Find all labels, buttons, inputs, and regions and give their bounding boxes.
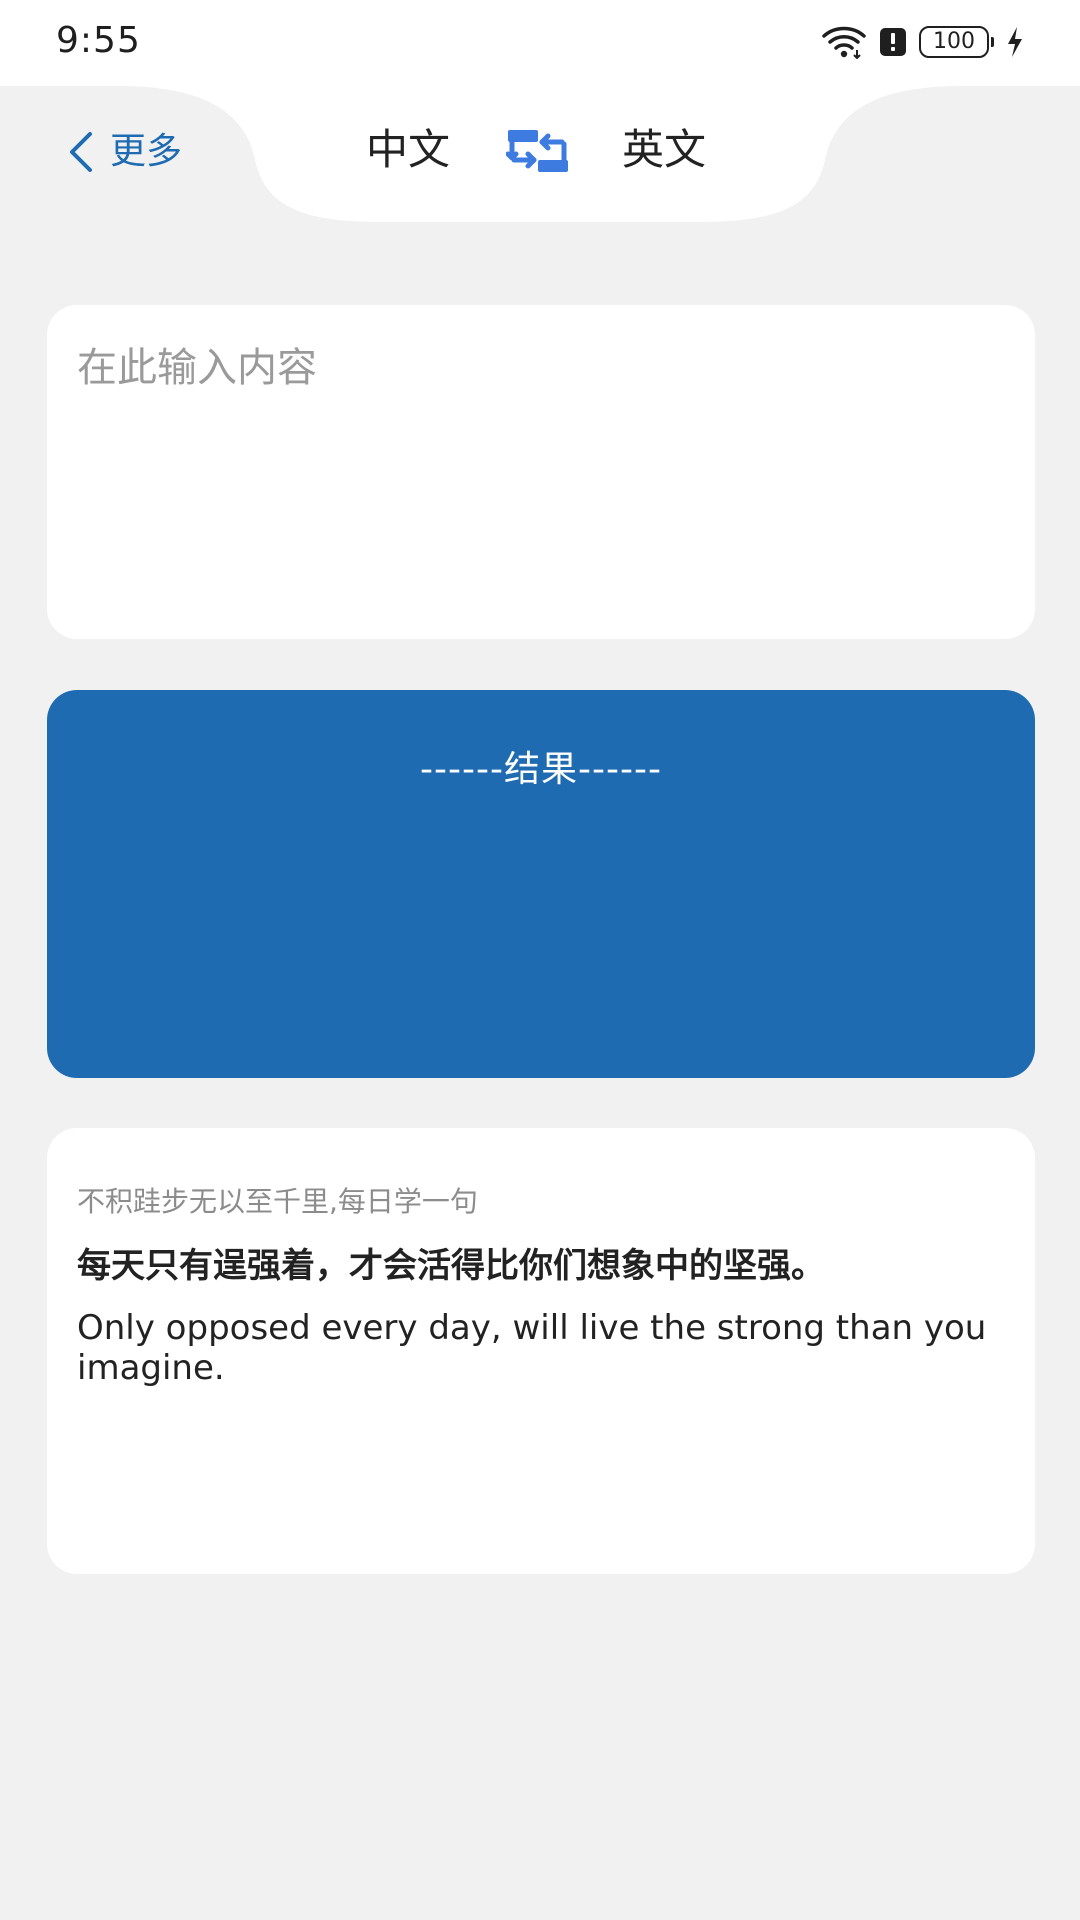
swap-language-icon	[505, 130, 568, 172]
daily-caption: 不积跬步无以至千里,每日学一句	[77, 1185, 478, 1218]
swap-language-button[interactable]	[505, 128, 570, 174]
result-label: ------结果------	[420, 749, 662, 790]
status-bar: 9:55 100	[0, 0, 1080, 86]
daily-sentence-english: Only opposed every day, will live the st…	[77, 1308, 987, 1388]
target-language[interactable]: 英文	[622, 118, 706, 182]
source-language[interactable]: 中文	[366, 118, 450, 182]
status-icons: 100	[821, 22, 1024, 62]
alert-icon	[880, 28, 906, 56]
battery-cap	[991, 37, 994, 47]
daily-sentence-chinese: 每天只有逞强着，才会活得比你们想象中的坚强。	[77, 1246, 825, 1286]
translate-screen: 更多 中文 英文 9:55 100 在此输入内容 ------结果------ …	[0, 0, 1080, 1920]
battery-level: 100	[919, 26, 989, 58]
result-card: ------结果------	[47, 690, 1035, 1078]
input-card	[47, 305, 1035, 639]
language-switcher: 中文 英文	[0, 118, 1080, 182]
charging-icon	[1008, 27, 1022, 57]
translation-input[interactable]	[77, 335, 1005, 615]
status-time: 9:55	[56, 20, 141, 61]
daily-sentence-card: 不积跬步无以至千里,每日学一句 每天只有逞强着，才会活得比你们想象中的坚强。 O…	[47, 1128, 1035, 1574]
wifi-icon	[822, 26, 866, 59]
battery-icon: 100	[919, 26, 994, 58]
